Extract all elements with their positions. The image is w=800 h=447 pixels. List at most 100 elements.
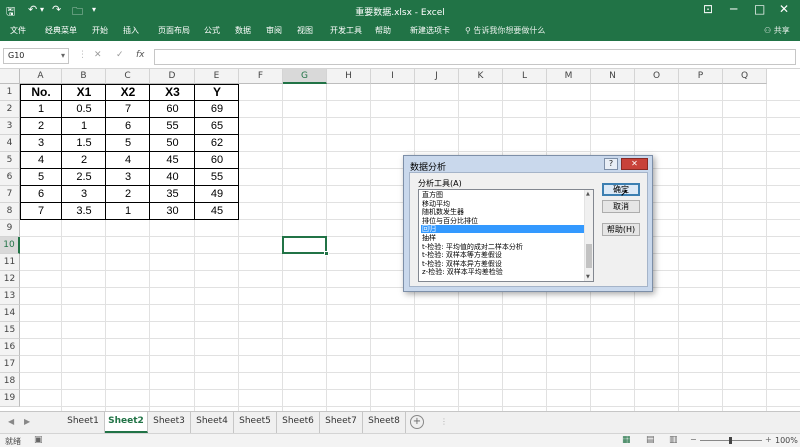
table-cell[interactable]: 2.5 [62, 169, 106, 186]
macro-record-icon[interactable]: ▣ [34, 435, 43, 445]
table-cell[interactable]: 40 [150, 169, 195, 186]
sheet-tab-sheet7[interactable]: Sheet7 [320, 412, 363, 433]
tab-home[interactable]: 开始 [92, 25, 108, 36]
tab-split-handle[interactable]: ⋮ [440, 417, 448, 426]
tab-developer[interactable]: 开发工具 [330, 25, 362, 36]
column-header-c[interactable]: C [106, 69, 150, 84]
row-header-7[interactable]: 7 [0, 186, 20, 203]
zoom-out-icon[interactable]: − [690, 435, 697, 444]
table-cell[interactable]: 55 [150, 118, 195, 135]
row-header-19[interactable]: 19 [0, 390, 20, 407]
help-icon[interactable]: ? [604, 158, 618, 170]
chevron-down-icon[interactable]: ▾ [61, 51, 65, 60]
analysis-tool-item[interactable]: 随机数发生器 [421, 208, 585, 216]
analysis-tool-item[interactable]: 直方图 [421, 191, 585, 199]
row-header-13[interactable]: 13 [0, 288, 20, 305]
sheet-tab-sheet8[interactable]: Sheet8 [363, 412, 406, 433]
analysis-tool-item[interactable]: t-检验: 双样本等方差假设 [421, 251, 585, 259]
ribbon-display-options-icon[interactable]: ⊡ [703, 2, 713, 16]
table-cell[interactable]: 5 [106, 135, 150, 152]
table-cell[interactable]: 3.5 [62, 203, 106, 220]
sheet-tab-sheet1[interactable]: Sheet1 [62, 412, 105, 433]
table-cell[interactable]: 6 [20, 186, 62, 203]
row-header-4[interactable]: 4 [0, 135, 20, 152]
column-header-k[interactable]: K [459, 69, 503, 84]
table-cell[interactable]: 50 [150, 135, 195, 152]
normal-view-icon[interactable]: ▦ [622, 435, 631, 445]
column-header-q[interactable]: Q [723, 69, 767, 84]
table-cell[interactable]: 2 [20, 118, 62, 135]
select-all-corner[interactable] [0, 69, 20, 84]
analysis-tool-item[interactable]: t-检验: 平均值的成对二样本分析 [421, 243, 585, 251]
row-header-14[interactable]: 14 [0, 305, 20, 322]
column-header-f[interactable]: F [239, 69, 283, 84]
column-header-i[interactable]: I [371, 69, 415, 84]
zoom-slider[interactable] [700, 437, 762, 444]
add-sheet-icon[interactable]: + [410, 415, 424, 429]
column-header-p[interactable]: P [679, 69, 723, 84]
row-header-1[interactable]: 1 [0, 84, 20, 101]
help-button[interactable]: 帮助(H) [602, 223, 640, 236]
table-cell[interactable]: 55 [195, 169, 239, 186]
share-button[interactable]: ⚇ 共享 [764, 25, 790, 36]
page-break-view-icon[interactable]: ▥ [669, 435, 678, 445]
column-header-l[interactable]: L [503, 69, 547, 84]
table-cell[interactable]: 45 [195, 203, 239, 220]
zoom-slider-thumb[interactable] [729, 437, 732, 444]
table-cell[interactable]: 45 [150, 152, 195, 169]
column-header-o[interactable]: O [635, 69, 679, 84]
row-header-15[interactable]: 15 [0, 322, 20, 339]
tab-classic-menu[interactable]: 经典菜单 [45, 25, 77, 36]
formula-input[interactable] [154, 49, 796, 65]
analysis-tool-item[interactable]: t-检验: 双样本异方差假设 [421, 260, 585, 268]
table-cell[interactable]: 30 [150, 203, 195, 220]
zoom-in-icon[interactable]: + [765, 435, 772, 444]
table-cell[interactable]: 49 [195, 186, 239, 203]
column-header-h[interactable]: H [327, 69, 371, 84]
row-header-6[interactable]: 6 [0, 169, 20, 186]
scroll-sheets-left-icon[interactable]: ◀ [8, 417, 14, 426]
table-cell[interactable]: 1 [20, 101, 62, 118]
table-cell[interactable]: 62 [195, 135, 239, 152]
table-cell[interactable]: 4 [106, 152, 150, 169]
row-header-10[interactable]: 10 [0, 237, 20, 254]
row-header-17[interactable]: 17 [0, 356, 20, 373]
table-header-cell[interactable]: No. [20, 84, 62, 101]
tab-new-tab[interactable]: 新建选项卡 [410, 25, 450, 36]
analysis-tool-item[interactable]: z-检验: 双样本平均差检验 [421, 268, 585, 276]
row-header-9[interactable]: 9 [0, 220, 20, 237]
column-header-m[interactable]: M [547, 69, 591, 84]
scroll-down-icon[interactable]: ▼ [586, 274, 590, 280]
tab-data[interactable]: 数据 [235, 25, 251, 36]
enter-icon[interactable]: ✓ [116, 50, 124, 60]
tab-help[interactable]: 帮助 [375, 25, 391, 36]
column-header-j[interactable]: J [415, 69, 459, 84]
table-cell[interactable]: 35 [150, 186, 195, 203]
table-cell[interactable]: 3 [20, 135, 62, 152]
column-header-d[interactable]: D [150, 69, 195, 84]
tab-file[interactable]: 文件 [10, 25, 26, 36]
row-header-18[interactable]: 18 [0, 373, 20, 390]
row-header-3[interactable]: 3 [0, 118, 20, 135]
column-header-b[interactable]: B [62, 69, 106, 84]
row-header-16[interactable]: 16 [0, 339, 20, 356]
table-header-cell[interactable]: X3 [150, 84, 195, 101]
tell-me-search[interactable]: ⚲ 告诉我你想要做什么 [465, 25, 545, 36]
close-icon[interactable]: ✕ [779, 2, 789, 16]
cancel-entry-icon[interactable]: ✕ [94, 50, 102, 60]
table-header-cell[interactable]: X1 [62, 84, 106, 101]
table-cell[interactable]: 1.5 [62, 135, 106, 152]
table-cell[interactable]: 0.5 [62, 101, 106, 118]
tab-review[interactable]: 审阅 [266, 25, 282, 36]
row-header-12[interactable]: 12 [0, 271, 20, 288]
maximize-icon[interactable]: □ [754, 2, 765, 16]
tab-insert[interactable]: 插入 [123, 25, 139, 36]
column-header-e[interactable]: E [195, 69, 239, 84]
sheet-tab-sheet4[interactable]: Sheet4 [191, 412, 234, 433]
column-header-n[interactable]: N [591, 69, 635, 84]
insert-function-icon[interactable]: fx [136, 50, 145, 60]
analysis-tool-item[interactable]: 回归 [421, 225, 585, 234]
sheet-tab-sheet3[interactable]: Sheet3 [148, 412, 191, 433]
sheet-tab-sheet2[interactable]: Sheet2 [105, 412, 148, 433]
column-header-g[interactable]: G [283, 69, 327, 84]
